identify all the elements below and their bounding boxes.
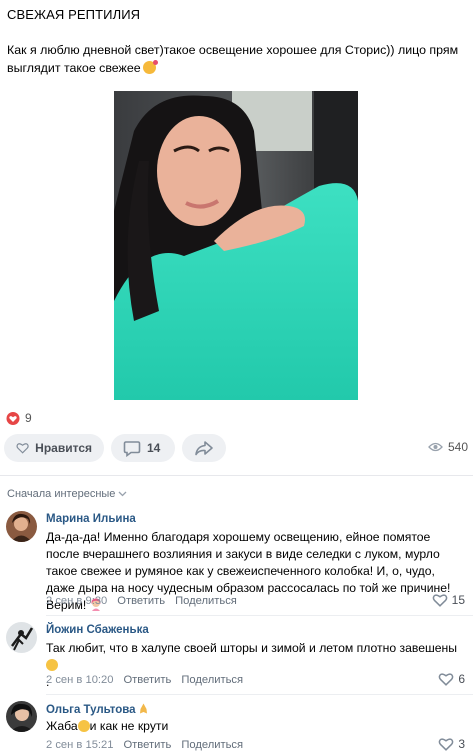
comment-author[interactable]: Марина Ильина [46,513,136,525]
share-button[interactable] [182,434,226,462]
comment-author[interactable]: Йожин Сбаженька [46,624,149,636]
reply-link[interactable]: Ответить [123,739,171,751]
comment-date[interactable]: 2 сен в 9:30 [46,595,107,607]
eye-icon [428,442,443,452]
comment-bubble-icon [123,440,141,457]
share-arrow-icon [195,441,213,456]
comment-date[interactable]: 2 сен в 10:20 [46,674,113,686]
photo-image [114,91,358,400]
comment-likes-count: 15 [451,593,465,607]
comment-text: Жаба и как не крути [46,718,466,735]
comment-like-button[interactable]: 3 [438,737,465,751]
heart-outline-icon [438,673,454,686]
comments-count: 14 [147,441,161,455]
post-text-body: Как я люблю дневной свет)такое освещение… [7,43,459,75]
comment-date[interactable]: 2 сен в 15:21 [46,739,113,751]
views-counter: 540 [428,440,468,454]
praying-hands-icon [139,703,147,714]
comment-meta: 2 сен в 15:21 Ответить Поделиться [46,739,243,751]
comments-sort-label: Сначала интересные [7,488,116,500]
heart-outline-icon [16,443,29,454]
avatar[interactable] [6,622,37,653]
comment-divider [46,615,473,616]
comments-sort-dropdown[interactable]: Сначала интересные [7,488,127,500]
comment-meta: 2 сен в 10:20 Ответить Поделиться [46,674,243,686]
comment-text-before: Жаба [46,719,78,733]
comment-like-button[interactable]: 15 [432,593,465,607]
likes-count: 9 [25,411,32,425]
reply-link[interactable]: Ответить [123,674,171,686]
heart-filled-icon [6,411,20,425]
comment-likes-count: 3 [458,737,465,751]
avatar-image [6,511,37,542]
share-link[interactable]: Поделиться [181,674,243,686]
comment-likes-count: 6 [458,672,465,686]
avatar[interactable] [6,511,37,542]
share-link[interactable]: Поделиться [181,739,243,751]
smiling-face-with-hearts-icon [142,60,158,74]
like-button[interactable]: Нравится [4,434,104,462]
comment-button[interactable]: 14 [111,434,175,462]
avatar-image [6,701,37,732]
post-actions: Нравится 14 540 [4,434,468,464]
comment-meta: 2 сен в 9:30 Ответить Поделиться [46,595,237,607]
post-title: СВЕЖАЯ РЕПТИЛИЯ [7,7,141,22]
avatar-image [6,622,37,653]
like-button-label: Нравится [35,441,92,455]
share-link[interactable]: Поделиться [175,595,237,607]
views-count: 540 [447,440,468,454]
comment-text-after: и как не крути [89,719,169,733]
chevron-down-icon [118,491,127,497]
grinning-face-emoji-icon [46,659,58,671]
divider [0,475,473,476]
heart-outline-icon [438,738,454,751]
comment-author-name: Ольга Тультова [46,704,136,716]
grinning-face-emoji-icon [77,720,90,732]
comment-divider [46,694,473,695]
reply-link[interactable]: Ответить [117,595,165,607]
post-reactions[interactable]: 9 [6,410,32,426]
comment-like-button[interactable]: 6 [438,672,465,686]
post-photo[interactable] [114,91,358,400]
avatar[interactable] [6,701,37,732]
post-text: Как я люблю дневной свет)такое освещение… [7,41,462,77]
comment-text-body: Так любит, что в халупе своей шторы и зи… [46,641,458,655]
comment-author[interactable]: Ольга Тультова [46,703,148,716]
heart-outline-icon [432,594,447,607]
